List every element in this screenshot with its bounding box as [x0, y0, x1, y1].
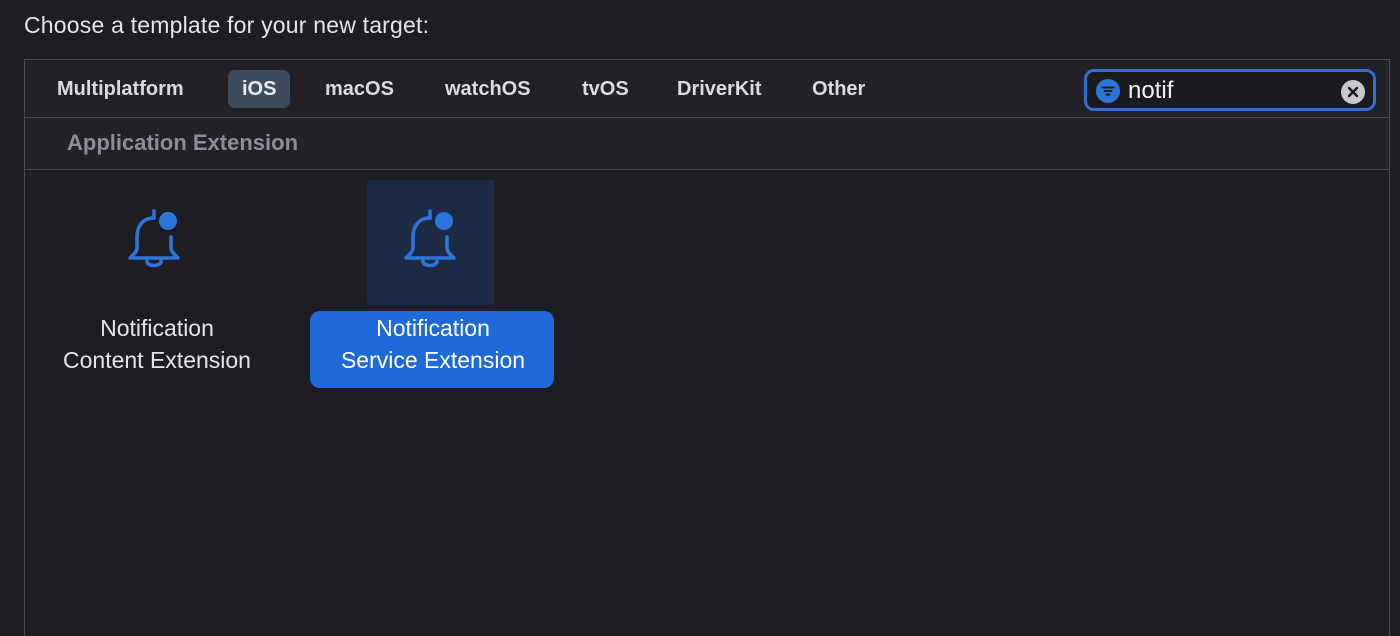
section-header: Application Extension	[25, 118, 1389, 170]
tab-tvos[interactable]: tvOS	[568, 70, 643, 108]
tab-ios[interactable]: iOS	[228, 70, 291, 108]
template-chooser: Choose a template for your new target: M…	[0, 0, 1400, 636]
tab-driverkit[interactable]: DriverKit	[663, 70, 775, 108]
template-label-line1: Notification	[376, 315, 490, 341]
template-label-line1: Notification	[100, 315, 214, 341]
platform-tab-bar: Multiplatform iOS macOS watchOS tvOS Dri…	[25, 60, 1389, 118]
template-notification-content-extension[interactable]: Notification Content Extension	[32, 178, 282, 393]
search-field[interactable]: notif	[1084, 69, 1376, 111]
filter-icon[interactable]	[1096, 79, 1120, 103]
tab-multiplatform[interactable]: Multiplatform	[43, 70, 198, 108]
tab-macos[interactable]: macOS	[311, 70, 408, 108]
template-icon-tile	[91, 180, 218, 305]
template-label-line2: Service Extension	[340, 347, 526, 373]
clear-icon[interactable]	[1341, 80, 1365, 104]
search-input[interactable]: notif	[1128, 75, 1328, 107]
bell-badge-icon	[404, 209, 456, 268]
template-notification-service-extension[interactable]: Notification Service Extension	[308, 178, 558, 393]
section-title: Application Extension	[67, 130, 299, 155]
page-title: Choose a template for your new target:	[24, 12, 430, 38]
template-panel: Multiplatform iOS macOS watchOS tvOS Dri…	[24, 59, 1390, 636]
template-label-line2: Content Extension	[63, 347, 251, 373]
template-label: Notification Content Extension	[32, 312, 282, 376]
bell-badge-icon	[128, 209, 180, 268]
template-icon-tile	[367, 180, 494, 305]
tab-other[interactable]: Other	[798, 70, 879, 108]
tab-watchos[interactable]: watchOS	[431, 70, 545, 108]
template-label: Notification Service Extension	[308, 312, 558, 376]
